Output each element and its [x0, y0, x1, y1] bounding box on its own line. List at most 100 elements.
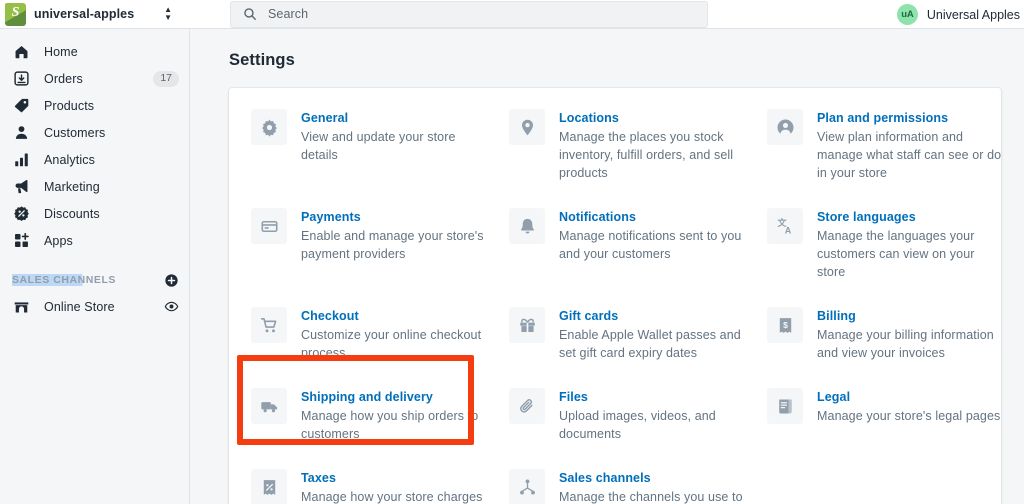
translate-icon: 文 A — [767, 208, 803, 244]
settings-item-desc: View and update your store details — [301, 130, 456, 162]
sidebar-item-label: Discounts — [44, 206, 100, 221]
paperclip-icon — [509, 388, 545, 424]
sidebar-item-label: Home — [44, 44, 78, 59]
chevron-updown-icon[interactable]: ▲ ▼ — [164, 6, 172, 22]
sidebar-item-customers[interactable]: Customers — [0, 119, 189, 146]
sales-channels-nodes-icon — [509, 469, 545, 504]
settings-item-desc: Manage how your store charges taxes — [301, 490, 483, 504]
settings-item-gift-cards[interactable]: Gift cards Enable Apple Wallet passes an… — [509, 307, 767, 388]
sidebar-section-title: SALES CHANNELS — [12, 274, 116, 286]
settings-item-title[interactable]: Shipping and delivery — [301, 389, 489, 406]
sidebar-item-discounts[interactable]: Discounts — [0, 200, 189, 227]
main-content: Settings General View and update your st… — [191, 29, 1024, 504]
settings-item-desc: Manage how you ship orders to customers — [301, 409, 479, 441]
shop-switcher[interactable]: universal-apples ▲▼ — [0, 0, 190, 29]
settings-item-desc: Manage notifications sent to you and you… — [559, 229, 742, 261]
settings-item-notifications[interactable]: Notifications Manage notifications sent … — [509, 208, 767, 307]
sidebar-item-label: Marketing — [44, 179, 100, 194]
sidebar-item-products[interactable]: Products — [0, 92, 189, 119]
settings-item-desc: Upload images, videos, and documents — [559, 409, 716, 441]
svg-text:A: A — [784, 225, 791, 235]
settings-item-files[interactable]: Files Upload images, videos, and documen… — [509, 388, 767, 469]
shop-name: universal-apples — [34, 7, 135, 21]
sidebar-item-label: Online Store — [44, 299, 115, 314]
settings-item-legal[interactable]: Legal Manage your store's legal pages — [767, 388, 1023, 469]
avatar: uA — [896, 4, 918, 25]
settings-item-title[interactable]: Payments — [301, 209, 489, 226]
sidebar-item-label: Products — [44, 98, 95, 113]
sidebar-section-sales-channels: SALES CHANNELS — [0, 267, 189, 293]
settings-item-store-languages[interactable]: 文 A Store languages Manage the languages… — [767, 208, 1023, 307]
settings-item-title[interactable]: Billing — [817, 308, 1003, 325]
account-menu[interactable]: uA Universal Apples — [896, 0, 1024, 29]
settings-item-payments[interactable]: Payments Enable and manage your store's … — [251, 208, 509, 307]
settings-item-locations[interactable]: Locations Manage the places you stock in… — [509, 109, 767, 208]
sidebar-item-online-store[interactable]: Online Store — [0, 293, 189, 320]
settings-item-desc: Customize your online checkout process — [301, 328, 482, 360]
settings-item-title[interactable]: Taxes — [301, 470, 489, 487]
billing-receipt-icon: $ — [767, 307, 803, 343]
settings-item-title[interactable]: Store languages — [817, 209, 1003, 226]
settings-item-desc: Manage the languages your customers can … — [817, 229, 975, 279]
settings-item-title[interactable]: General — [301, 110, 489, 127]
discounts-percent-badge-icon — [12, 204, 31, 223]
settings-item-sales-channels[interactable]: Sales channels Manage the channels you u… — [509, 469, 767, 504]
settings-item-desc: Manage your billing information and view… — [817, 328, 994, 360]
settings-item-checkout[interactable]: Checkout Customize your online checkout … — [251, 307, 509, 388]
orders-icon — [12, 69, 31, 88]
gear-icon — [251, 109, 287, 145]
search-container[interactable]: Search — [230, 0, 708, 28]
settings-item-title[interactable]: Plan and permissions — [817, 110, 1003, 127]
settings-item-desc: Enable Apple Wallet passes and set gift … — [559, 328, 741, 360]
taxes-percent-receipt-icon — [251, 469, 287, 504]
search-input[interactable]: Search — [230, 0, 708, 28]
sidebar-item-marketing[interactable]: Marketing — [0, 173, 189, 200]
delivery-truck-icon — [251, 388, 287, 424]
settings-item-desc: Manage the places you stock inventory, f… — [559, 130, 734, 180]
settings-card: General View and update your store detai… — [229, 88, 1001, 504]
settings-item-title[interactable]: Gift cards — [559, 308, 747, 325]
sidebar: Home Orders 17 Products Customers Analyt… — [0, 29, 190, 504]
bell-icon — [509, 208, 545, 244]
storefront-icon — [12, 297, 31, 316]
settings-item-billing[interactable]: $ Billing Manage your billing informatio… — [767, 307, 1023, 388]
location-pin-icon — [509, 109, 545, 145]
sidebar-item-analytics[interactable]: Analytics — [0, 146, 189, 173]
products-tag-icon — [12, 96, 31, 115]
search-icon — [244, 8, 256, 20]
settings-item-shipping-and-delivery[interactable]: Shipping and delivery Manage how you shi… — [251, 388, 509, 469]
settings-item-title[interactable]: Legal — [817, 389, 1000, 406]
settings-grid: General View and update your store detai… — [229, 109, 1001, 504]
payment-card-icon — [251, 208, 287, 244]
sidebar-item-label: Apps — [44, 233, 73, 248]
customers-person-icon — [12, 123, 31, 142]
sidebar-item-label: Customers — [44, 125, 106, 140]
apps-grid-plus-icon — [12, 231, 31, 250]
sidebar-item-label: Orders — [44, 71, 83, 86]
settings-item-title[interactable]: Locations — [559, 110, 747, 127]
orders-count-badge: 17 — [153, 70, 179, 87]
settings-item-title[interactable]: Notifications — [559, 209, 747, 226]
shopify-logo-icon — [5, 2, 26, 26]
svg-text:$: $ — [783, 319, 788, 329]
plus-circle-icon[interactable] — [164, 273, 179, 288]
settings-item-plan-and-permissions[interactable]: Plan and permissions View plan informati… — [767, 109, 1023, 208]
home-icon — [12, 42, 31, 61]
sidebar-item-apps[interactable]: Apps — [0, 227, 189, 254]
settings-item-desc: View plan information and manage what st… — [817, 130, 1002, 180]
analytics-bars-icon — [12, 150, 31, 169]
settings-item-title[interactable]: Sales channels — [559, 470, 747, 487]
sidebar-item-home[interactable]: Home — [0, 38, 189, 65]
account-name: Universal Apples — [926, 7, 1020, 22]
sidebar-item-orders[interactable]: Orders 17 — [0, 65, 189, 92]
settings-item-desc: Manage the channels you use to sell your… — [559, 490, 743, 504]
sidebar-item-label: Analytics — [44, 152, 95, 167]
eye-icon[interactable] — [164, 299, 179, 314]
settings-item-title[interactable]: Files — [559, 389, 747, 406]
settings-item-desc: Enable and manage your store's payment p… — [301, 229, 484, 261]
page-title: Settings — [229, 51, 295, 69]
settings-item-desc: Manage your store's legal pages — [817, 409, 1001, 423]
settings-item-taxes[interactable]: Taxes Manage how your store charges taxe… — [251, 469, 509, 504]
settings-item-general[interactable]: General View and update your store detai… — [251, 109, 509, 208]
settings-item-title[interactable]: Checkout — [301, 308, 489, 325]
